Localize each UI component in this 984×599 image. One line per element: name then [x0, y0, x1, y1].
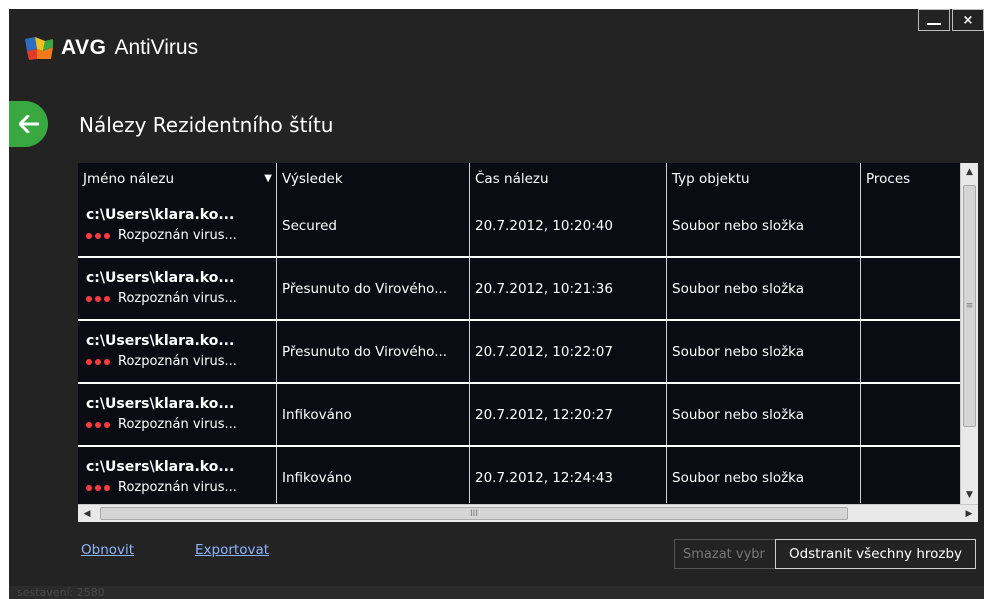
table-header: Jméno nálezu ▼ Výsledek Čas nálezu Typ o…: [78, 163, 960, 195]
vertical-scroll-thumb[interactable]: ≡: [963, 185, 976, 427]
cell-process: [861, 195, 960, 256]
severity-high-icon: [86, 358, 110, 365]
cell-time: 20.7.2012, 10:21:36: [470, 258, 667, 319]
severity-high-icon: [86, 295, 110, 302]
minimize-icon: [927, 23, 941, 25]
minimize-button[interactable]: [918, 9, 950, 31]
cell-time: 20.7.2012, 12:24:43: [470, 447, 667, 503]
cell-name: c:\Users\klara.ko... Rozpoznán virus...: [78, 447, 277, 503]
file-path: c:\Users\klara.ko...: [86, 269, 235, 286]
cell-result: Infikováno: [277, 447, 470, 503]
file-path: c:\Users\klara.ko...: [86, 458, 235, 475]
column-header-time[interactable]: Čas nálezu: [470, 163, 667, 195]
table-row[interactable]: c:\Users\klara.ko... Rozpoznán virus... …: [78, 321, 960, 384]
cell-type: Soubor nebo složka: [667, 258, 861, 319]
cell-time: 20.7.2012, 10:22:07: [470, 321, 667, 382]
cell-result: Přesunuto do Virového...: [277, 258, 470, 319]
scroll-down-icon[interactable]: ▼: [961, 486, 978, 504]
vertical-scrollbar[interactable]: ▲ ≡ ▼: [960, 163, 978, 504]
file-path: c:\Users\klara.ko...: [86, 395, 235, 412]
severity-high-icon: [86, 232, 110, 239]
cell-type: Soubor nebo složka: [667, 384, 861, 445]
detection-name: Rozpoznán virus...: [118, 353, 237, 369]
detection-name: Rozpoznán virus...: [118, 227, 237, 243]
scroll-up-icon[interactable]: ▲: [961, 163, 978, 181]
column-header-name[interactable]: Jméno nálezu ▼: [78, 163, 277, 195]
column-header-result[interactable]: Výsledek: [277, 163, 470, 195]
delete-selected-button[interactable]: Smazat vybr: [674, 539, 777, 569]
cell-time: 20.7.2012, 12:20:27: [470, 384, 667, 445]
brand-avg: AVG: [61, 36, 107, 59]
app-window: × AVG AntiVirus Nálezy Rezidentního štít…: [9, 9, 984, 599]
cell-time: 20.7.2012, 10:20:40: [470, 195, 667, 256]
build-status: sestavení: 2580: [9, 586, 984, 599]
column-header-type[interactable]: Typ objektu: [667, 163, 861, 195]
cell-result: Přesunuto do Virového...: [277, 321, 470, 382]
file-path: c:\Users\klara.ko...: [86, 206, 235, 223]
refresh-link[interactable]: Obnovit: [81, 542, 134, 558]
severity-high-icon: [86, 484, 110, 491]
table-row[interactable]: c:\Users\klara.ko... Rozpoznán virus... …: [78, 258, 960, 321]
cell-process: [861, 258, 960, 319]
close-button[interactable]: ×: [952, 9, 984, 31]
app-name: AntiVirus: [114, 36, 199, 59]
avg-logo-icon: [25, 37, 53, 60]
scroll-right-icon[interactable]: ▶: [960, 505, 978, 523]
window-controls: ×: [918, 9, 984, 31]
cell-type: Soubor nebo složka: [667, 447, 861, 503]
cell-name: c:\Users\klara.ko... Rozpoznán virus...: [78, 384, 277, 445]
cell-process: [861, 321, 960, 382]
detection-name: Rozpoznán virus...: [118, 479, 237, 495]
sort-descending-icon: ▼: [264, 173, 272, 184]
cell-type: Soubor nebo složka: [667, 321, 861, 382]
cell-name: c:\Users\klara.ko... Rozpoznán virus...: [78, 195, 277, 256]
table-row[interactable]: c:\Users\klara.ko... Rozpoznán virus... …: [78, 195, 960, 258]
table-body: c:\Users\klara.ko... Rozpoznán virus... …: [78, 195, 960, 503]
scroll-left-icon[interactable]: ◀: [78, 505, 96, 523]
horizontal-scroll-thumb[interactable]: III: [100, 507, 848, 520]
table-row[interactable]: c:\Users\klara.ko... Rozpoznán virus... …: [78, 384, 960, 447]
horizontal-scrollbar[interactable]: ◀ III ▶: [78, 504, 978, 522]
remove-all-threats-button[interactable]: Odstranit všechny hrozby: [775, 539, 976, 569]
detections-table: Jméno nálezu ▼ Výsledek Čas nálezu Typ o…: [78, 163, 978, 522]
detection-name: Rozpoznán virus...: [118, 416, 237, 432]
table-row[interactable]: c:\Users\klara.ko... Rozpoznán virus... …: [78, 447, 960, 503]
cell-result: Infikováno: [277, 384, 470, 445]
cell-process: [861, 447, 960, 503]
file-path: c:\Users\klara.ko...: [86, 332, 235, 349]
page-title: Nálezy Rezidentního štítu: [79, 113, 334, 137]
cell-name: c:\Users\klara.ko... Rozpoznán virus...: [78, 258, 277, 319]
app-branding: AVG AntiVirus: [23, 35, 198, 61]
arrow-left-icon: [18, 115, 39, 133]
severity-high-icon: [86, 421, 110, 428]
column-header-process[interactable]: Proces: [861, 163, 960, 195]
cell-name: c:\Users\klara.ko... Rozpoznán virus...: [78, 321, 277, 382]
export-link[interactable]: Exportovat: [195, 542, 269, 558]
cell-type: Soubor nebo složka: [667, 195, 861, 256]
detection-name: Rozpoznán virus...: [118, 290, 237, 306]
close-icon: ×: [962, 12, 974, 28]
cell-result: Secured: [277, 195, 470, 256]
cell-process: [861, 384, 960, 445]
back-button[interactable]: [9, 101, 48, 147]
